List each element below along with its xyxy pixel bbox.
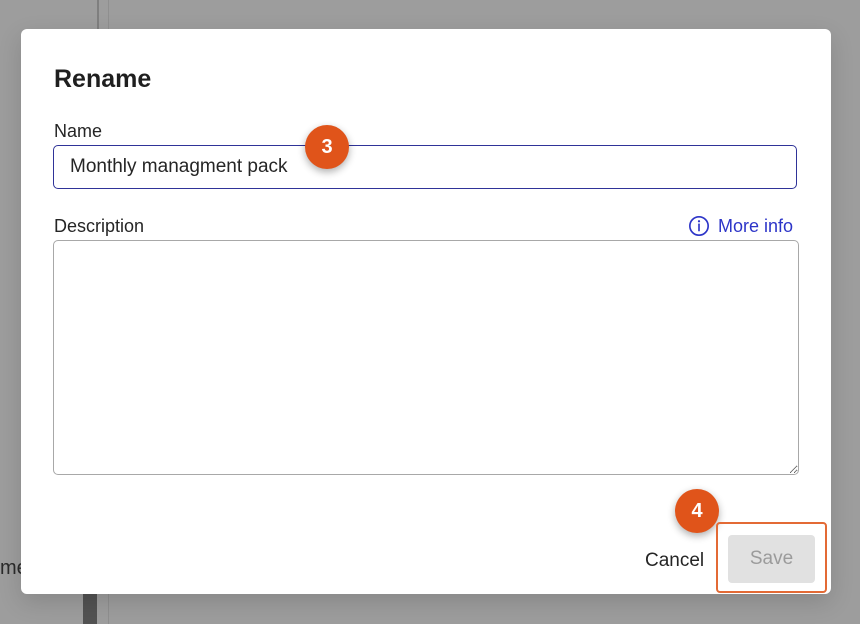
step-3-badge: 3 xyxy=(305,125,349,169)
name-input[interactable] xyxy=(53,145,797,189)
dialog-title: Rename xyxy=(54,65,152,93)
description-label: Description xyxy=(54,216,145,236)
save-button[interactable]: Save xyxy=(728,535,815,583)
background-divider xyxy=(108,594,109,624)
description-textarea[interactable] xyxy=(53,240,799,475)
background-divider xyxy=(83,594,97,624)
cancel-button[interactable]: Cancel xyxy=(639,546,710,576)
step-4-badge: 4 xyxy=(675,489,719,533)
background-divider xyxy=(108,0,109,30)
rename-dialog: Rename Name 3 Description More info 4 Ca… xyxy=(21,29,831,594)
name-label: Name xyxy=(54,121,103,141)
background-partial-text: me xyxy=(0,557,22,579)
info-circle-icon xyxy=(689,216,709,236)
more-info-link[interactable]: More info xyxy=(688,213,793,239)
more-info-label: More info xyxy=(718,215,794,236)
background-divider xyxy=(97,0,99,30)
